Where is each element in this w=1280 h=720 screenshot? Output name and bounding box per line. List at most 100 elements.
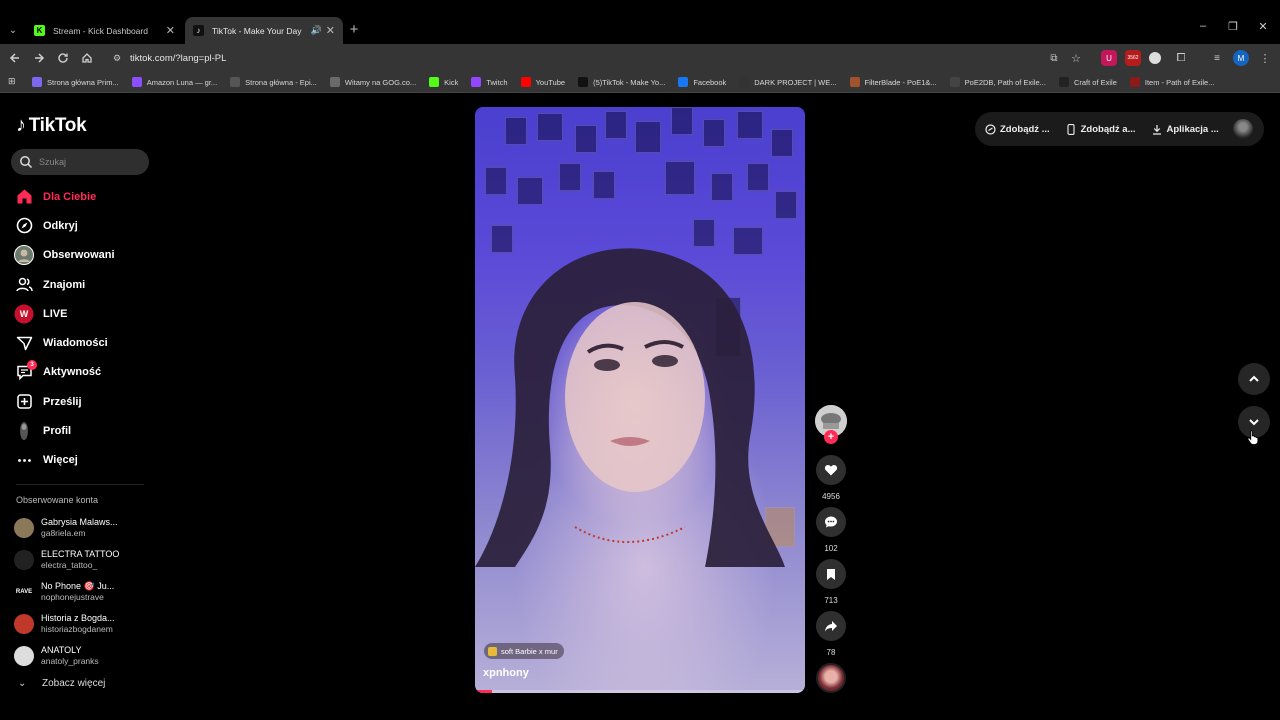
video-player[interactable]: soft Barbie x mur xpnhony <box>475 107 805 693</box>
sidebar-item-odkryj[interactable]: Odkryj <box>14 211 154 240</box>
bookmark-item[interactable]: Strona główna Prim... <box>32 77 119 87</box>
bookmark-item[interactable]: Item - Path of Exile... <box>1129 77 1214 87</box>
site-info-icon[interactable]: ⚙ <box>110 51 124 65</box>
sidebar-item-profil[interactable]: Profil <box>14 416 154 445</box>
following-accounts-list: Gabrysia Malaws... ga8riela.em ELECTRA TAT… <box>14 512 154 672</box>
close-window-button[interactable]: ✕ <box>1253 20 1273 33</box>
tab-kick-dashboard[interactable]: K Stream - Kick Dashboard ✕ <box>26 17 183 44</box>
close-tab-icon[interactable]: ✕ <box>326 24 335 37</box>
new-tab-button[interactable]: + <box>345 20 363 38</box>
share-button[interactable] <box>816 611 846 641</box>
see-more-button[interactable]: ⌄ Zobacz więcej <box>18 678 105 689</box>
wall-poster <box>559 163 581 191</box>
youtube-icon <box>520 77 531 87</box>
account-username: historiazbogdanem <box>41 624 113 634</box>
forward-button[interactable] <box>30 49 48 67</box>
extensions-puzzle-icon[interactable]: ⧠ <box>1173 50 1189 66</box>
sidebar-item-live[interactable]: W LIVE <box>14 299 154 328</box>
sound-tag[interactable]: soft Barbie x mur <box>484 643 564 659</box>
extension-circle-icon[interactable] <box>1149 52 1161 64</box>
url-text[interactable]: tiktok.com/?lang=pl-PL <box>130 53 226 64</box>
apps-grid-icon[interactable]: ⊞ <box>8 76 20 88</box>
user-avatar[interactable] <box>1233 119 1253 139</box>
bookmark-item[interactable]: Craft of Exile <box>1058 77 1117 87</box>
wall-poster <box>775 191 797 219</box>
previous-video-button[interactable] <box>1238 363 1270 395</box>
bookmark-star-icon[interactable]: ☆ <box>1068 50 1084 66</box>
share-action[interactable]: 78 <box>816 611 846 657</box>
bookmark-item[interactable]: Facebook <box>678 77 726 87</box>
home-icon <box>14 187 34 207</box>
profile-avatar-icon <box>14 421 34 441</box>
bookmark-label: Strona główna Prim... <box>47 77 119 87</box>
get-coins-button[interactable]: Zdobądź ... <box>985 124 1050 135</box>
back-button[interactable] <box>6 49 24 67</box>
follow-plus-button[interactable]: + <box>824 430 838 444</box>
bookmark-item[interactable]: PoE2DB, Path of Exile... <box>949 77 1046 87</box>
browser-toolbar: ⚙ tiktok.com/?lang=pl-PL ⧉ ☆ U 3562 ⧠ ≡ … <box>0 44 1280 72</box>
reload-button[interactable] <box>54 49 72 67</box>
desktop-app-button[interactable]: Aplikacja ... <box>1152 124 1219 135</box>
video-author[interactable]: xpnhony <box>483 667 529 679</box>
followed-account[interactable]: Gabrysia Malaws... ga8riela.em <box>14 512 154 544</box>
prime-icon <box>32 77 42 87</box>
sidebar-item-label: Aktywność <box>43 366 102 379</box>
restore-button[interactable]: ❐ <box>1223 20 1243 33</box>
sidebar-item-obserwowani[interactable]: Obserwowani <box>14 241 154 270</box>
comment-button[interactable] <box>816 507 846 537</box>
bookmark-item[interactable]: Witamy na GOG.co... <box>329 77 416 87</box>
bookmarks-bar: ⊞ Strona główna Prim... Amazon Luna — gr.… <box>0 72 1280 93</box>
speaker-icon[interactable]: 🔊 <box>311 25 322 36</box>
bookmark-item[interactable]: Strona główna - Epi... <box>230 77 317 87</box>
video-progress-fill <box>475 690 492 693</box>
save-button[interactable] <box>816 559 846 589</box>
sidebar-item-prze-lij[interactable]: Prześlij <box>14 387 154 416</box>
bookmark-item[interactable]: FilterBlade - PoE1&... <box>849 77 937 87</box>
browser-menu-icon[interactable]: ⋮ <box>1257 50 1273 66</box>
epic-icon <box>230 77 241 87</box>
followed-account[interactable]: ELECTRA TATTOO electra_tattoo_ <box>14 544 154 576</box>
video-subject <box>475 248 785 567</box>
wall-poster <box>771 129 793 157</box>
bookmark-label: Strona główna - Epi... <box>245 77 317 87</box>
sidebar-item-wiadomo-ci[interactable]: Wiadomości <box>14 328 154 357</box>
bookmark-item[interactable]: Kick <box>429 77 458 87</box>
install-app-icon[interactable]: ⧉ <box>1046 50 1062 66</box>
get-app-button[interactable]: Zdobądź a... <box>1066 124 1136 135</box>
extension-badge-icon[interactable]: 3562 <box>1125 50 1141 66</box>
search-input[interactable] <box>39 157 139 167</box>
chevron-up-icon <box>1249 375 1259 382</box>
send-icon <box>14 333 34 353</box>
home-button[interactable] <box>78 49 96 67</box>
get-app-label: Zdobądź a... <box>1080 123 1136 135</box>
bookmark-item[interactable]: (5)TikTok - Make Yo... <box>578 77 665 87</box>
comment-action[interactable]: 102 <box>816 507 846 553</box>
sidebar-item-aktywno-[interactable]: 3 Aktywność <box>14 358 154 387</box>
followed-account[interactable]: RAVE No Phone 🎯 Ju... nophonejustrave <box>14 576 154 608</box>
tab-title: Stream - Kick Dashboard <box>53 25 148 36</box>
sidebar-item-dla-ciebie[interactable]: Dla Ciebie <box>14 182 154 211</box>
like-button[interactable] <box>816 455 846 485</box>
followed-account[interactable]: ANATOLY anatoly_pranks <box>14 640 154 672</box>
close-tab-icon[interactable]: ✕ <box>166 24 175 37</box>
tab-search-button[interactable]: ⌄ <box>4 21 22 39</box>
save-action[interactable]: 713 <box>816 559 846 605</box>
sidebar-item-wi-cej[interactable]: Więcej <box>14 446 154 475</box>
bookmark-item[interactable]: Twitch <box>471 77 508 87</box>
like-action[interactable]: 4956 <box>816 455 846 501</box>
video-progress-bar[interactable] <box>475 690 805 693</box>
followed-account[interactable]: Historia z Bogda... historiazbogdanem <box>14 608 154 640</box>
bookmark-item[interactable]: DARK PROJECT | WE... <box>739 77 837 87</box>
ublock-icon[interactable]: U <box>1101 50 1117 66</box>
bookmark-item[interactable]: YouTube <box>520 77 565 87</box>
bookmark-item[interactable]: Amazon Luna — gr... <box>131 77 217 87</box>
minimize-button[interactable]: – <box>1193 20 1213 32</box>
sidebar-item-znajomi[interactable]: Znajomi <box>14 270 154 299</box>
address-bar[interactable]: ⚙ tiktok.com/?lang=pl-PL <box>104 47 1092 69</box>
media-control-icon[interactable]: ≡ <box>1209 50 1225 66</box>
tab-tiktok[interactable]: ♪ TikTok - Make Your Day 🔊 ✕ <box>185 17 343 44</box>
search-box[interactable] <box>11 149 149 175</box>
profile-avatar-button[interactable]: M <box>1233 50 1249 66</box>
sound-disc-avatar[interactable] <box>816 663 846 693</box>
tiktok-logo[interactable]: ♪ TikTok <box>16 114 87 137</box>
